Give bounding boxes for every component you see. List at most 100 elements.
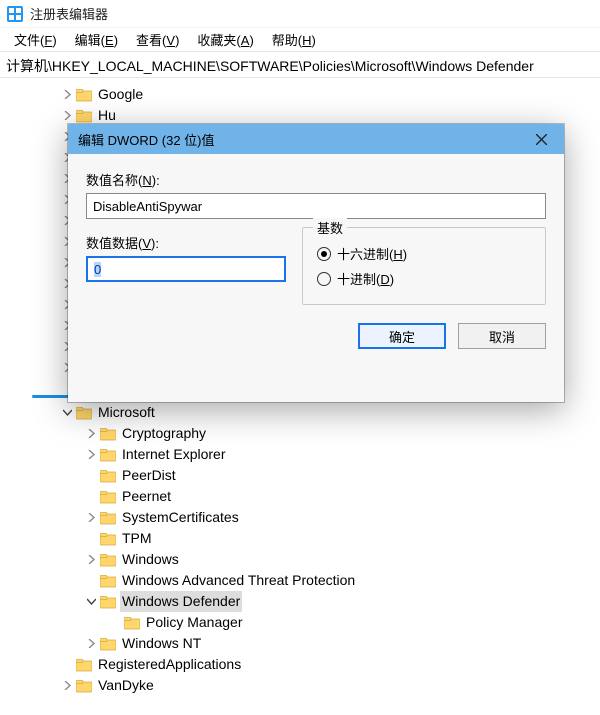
value-name-label: 数值名称(N): [86, 170, 546, 189]
ok-button[interactable]: 确定 [358, 323, 446, 349]
folder-icon [100, 448, 116, 462]
tree-label: Microsoft [96, 402, 157, 423]
folder-icon [100, 553, 116, 567]
folder-icon [100, 490, 116, 504]
tree-node-ie[interactable]: Internet Explorer [0, 444, 600, 465]
tree-label: Hu [96, 105, 118, 126]
tree-label: PeerDist [120, 465, 178, 486]
expander-none [60, 658, 74, 672]
tree-node-peerdist[interactable]: PeerDist [0, 465, 600, 486]
folder-icon [76, 679, 92, 693]
button-label: 取消 [489, 327, 515, 346]
folder-icon [100, 427, 116, 441]
expander-none [84, 469, 98, 483]
folder-icon [100, 574, 116, 588]
chevron-down-icon[interactable] [84, 595, 98, 609]
menu-edit[interactable]: 编辑(E) [67, 28, 126, 51]
tree-node-policy-manager[interactable]: Policy Manager [0, 612, 600, 633]
tree-node-windows-defender[interactable]: Windows Defender [0, 591, 600, 612]
folder-icon [100, 637, 116, 651]
radio-icon [317, 247, 331, 261]
tree-label: VanDyke [96, 675, 156, 696]
menu-view[interactable]: 查看(V) [128, 28, 187, 51]
dialog-body: 数值名称(N): 数值数据(V): 基数 十六进制(H) [68, 154, 564, 363]
tree-node-peernet[interactable]: Peernet [0, 486, 600, 507]
tree-label: Internet Explorer [120, 444, 228, 465]
edit-dword-dialog: 编辑 DWORD (32 位)值 数值名称(N): 数值数据(V): 基数 [68, 124, 564, 402]
chevron-down-icon[interactable] [60, 406, 74, 420]
tree-node-watp[interactable]: Windows Advanced Threat Protection [0, 570, 600, 591]
dialog-title: 编辑 DWORD (32 位)值 [78, 130, 215, 149]
chevron-right-icon[interactable] [60, 88, 74, 102]
radio-dec[interactable]: 十进制(D) [317, 269, 531, 288]
label-text: 数值名称(N): [86, 173, 160, 188]
tree-node-microsoft[interactable]: Microsoft [0, 402, 600, 423]
folder-icon [100, 469, 116, 483]
menu-file[interactable]: 文件(F) [6, 28, 65, 51]
base-legend: 基数 [313, 218, 347, 237]
tree-label: Windows Advanced Threat Protection [120, 570, 357, 591]
button-label: 确定 [389, 327, 415, 346]
folder-icon [100, 595, 116, 609]
chevron-right-icon[interactable] [84, 427, 98, 441]
menu-help-key: H [302, 33, 311, 48]
dialog-titlebar[interactable]: 编辑 DWORD (32 位)值 [68, 124, 564, 154]
close-icon [536, 134, 547, 145]
chevron-right-icon[interactable] [84, 511, 98, 525]
menu-help-label: 帮助 [272, 33, 298, 48]
menu-favorites-label: 收藏夹 [197, 33, 236, 48]
tree-label: Policy Manager [144, 612, 245, 633]
tree-label: Peernet [120, 486, 173, 507]
tree-label: Windows NT [120, 633, 203, 654]
tree-node-cryptography[interactable]: Cryptography [0, 423, 600, 444]
menubar: 文件(F) 编辑(E) 查看(V) 收藏夹(A) 帮助(H) [0, 28, 600, 52]
tree-node-tpm[interactable]: TPM [0, 528, 600, 549]
tree-node-google[interactable]: Google [0, 84, 600, 105]
label-text: 数值数据(V): [86, 236, 159, 251]
close-button[interactable] [518, 124, 564, 154]
tree-node-windows[interactable]: Windows [0, 549, 600, 570]
window-title: 注册表编辑器 [30, 4, 108, 23]
chevron-right-icon[interactable] [84, 637, 98, 651]
folder-icon [100, 532, 116, 546]
value-data-label: 数值数据(V): [86, 233, 286, 252]
radio-label: 十六进制(H) [337, 244, 407, 263]
address-bar[interactable]: 计算机\HKEY_LOCAL_MACHINE\SOFTWARE\Policies… [0, 52, 600, 78]
tree-node-vandyke[interactable]: VanDyke [0, 675, 600, 696]
folder-icon [76, 88, 92, 102]
menu-file-key: F [44, 33, 52, 48]
value-name-input[interactable] [86, 193, 546, 219]
tree-node-huawei[interactable]: Hu [0, 105, 600, 126]
folder-icon [76, 109, 92, 123]
tree-label: TPM [120, 528, 154, 549]
base-groupbox: 基数 十六进制(H) 十进制(D) [302, 227, 546, 305]
folder-icon [100, 511, 116, 525]
chevron-right-icon[interactable] [84, 448, 98, 462]
folder-icon [124, 616, 140, 630]
tree-node-windows-nt[interactable]: Windows NT [0, 633, 600, 654]
tree-label: Cryptography [120, 423, 208, 444]
titlebar: 注册表编辑器 [0, 0, 600, 28]
cancel-button[interactable]: 取消 [458, 323, 546, 349]
menu-favorites[interactable]: 收藏夹(A) [189, 28, 261, 51]
tree-label: Windows Defender [120, 591, 242, 612]
address-path: 计算机\HKEY_LOCAL_MACHINE\SOFTWARE\Policies… [6, 58, 534, 74]
radio-label: 十进制(D) [337, 269, 394, 288]
tree-label: Google [96, 84, 145, 105]
chevron-right-icon[interactable] [60, 679, 74, 693]
chevron-right-icon[interactable] [84, 553, 98, 567]
value-data-input[interactable] [86, 256, 286, 282]
tree-node-registeredapps[interactable]: RegisteredApplications [0, 654, 600, 675]
menu-help[interactable]: 帮助(H) [264, 28, 324, 51]
chevron-right-icon[interactable] [60, 109, 74, 123]
expander-none [84, 574, 98, 588]
menu-favorites-key: A [241, 33, 250, 48]
tree-label: RegisteredApplications [96, 654, 243, 675]
folder-icon [76, 406, 92, 420]
menu-edit-key: E [105, 33, 114, 48]
folder-icon [76, 658, 92, 672]
menu-edit-label: 编辑 [75, 33, 101, 48]
tree-node-systemcerts[interactable]: SystemCertificates [0, 507, 600, 528]
radio-icon [317, 272, 331, 286]
radio-hex[interactable]: 十六进制(H) [317, 244, 531, 263]
